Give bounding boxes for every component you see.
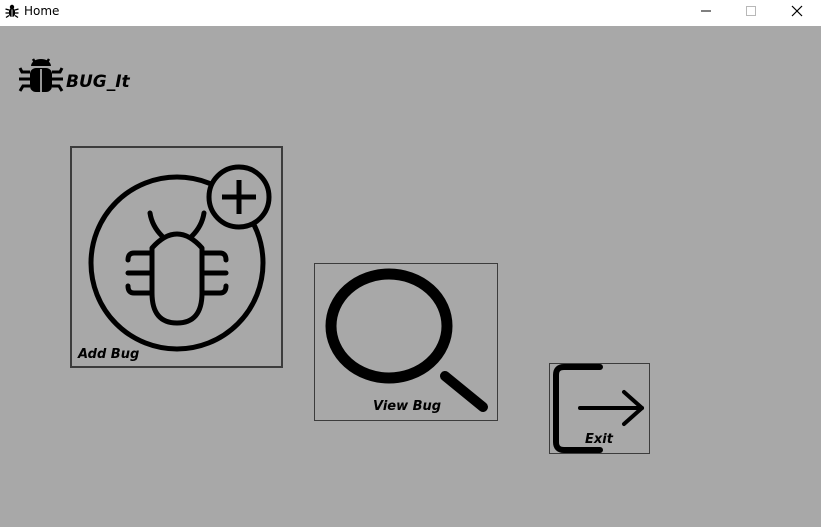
add-bug-icon bbox=[88, 164, 272, 352]
bug-icon bbox=[5, 4, 19, 19]
exit-button[interactable]: Exit bbox=[549, 363, 650, 454]
add-bug-label: Add Bug bbox=[78, 347, 140, 362]
magnifier-icon bbox=[325, 268, 488, 412]
title-bar: Home bbox=[0, 0, 821, 26]
maximize-button[interactable] bbox=[728, 0, 774, 22]
close-icon bbox=[791, 5, 803, 17]
app-name: BUG_It bbox=[66, 72, 130, 92]
view-bug-button[interactable]: View Bug bbox=[314, 263, 498, 421]
maximize-icon bbox=[746, 6, 756, 16]
window-title: Home bbox=[24, 4, 60, 18]
app-window: Home BUG_It Add Bug View Bug Exit bbox=[0, 0, 821, 527]
add-bug-button[interactable]: Add Bug bbox=[70, 146, 283, 368]
minimize-icon bbox=[701, 10, 711, 12]
bug-icon bbox=[18, 58, 64, 92]
exit-label: Exit bbox=[585, 432, 613, 447]
view-bug-label: View Bug bbox=[373, 399, 442, 414]
close-button[interactable] bbox=[774, 0, 820, 22]
minimize-button[interactable] bbox=[683, 0, 729, 22]
